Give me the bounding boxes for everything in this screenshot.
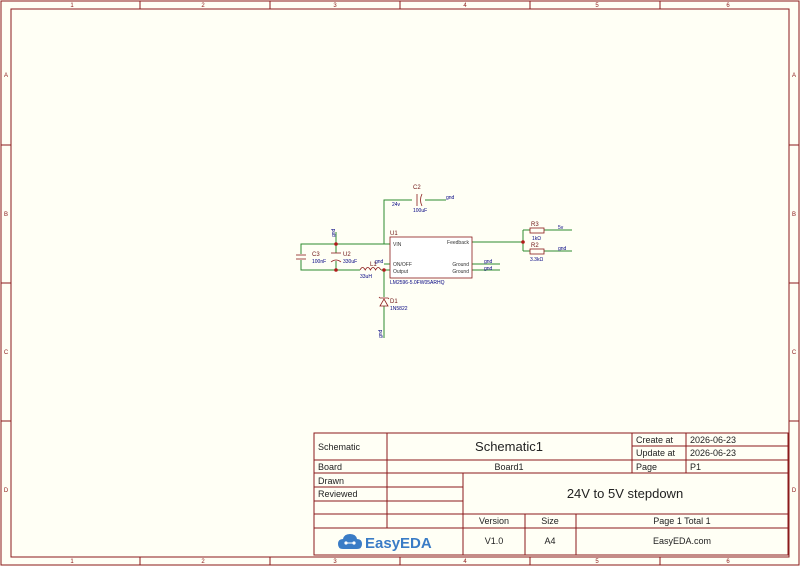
net-label-u2-gnd: gnd [331,228,337,237]
col-label-bottom-4: 4 [463,559,467,565]
r2-value: 3.3kΩ [530,257,543,263]
row-label-left-d: D [4,488,9,494]
tb-update-label: Update at [636,448,676,458]
tb-size-label: Size [541,516,559,526]
tb-version-value: V1.0 [485,536,504,546]
circuit: U1 VIN ON/OFF Output Feedback Ground Gro… [296,185,572,338]
tb-page-label: Page [636,462,657,472]
u2-ref: U2 [343,252,351,258]
tb-schematic-label: Schematic [318,442,361,452]
d1-ref: D1 [390,299,398,305]
r2-resistor[interactable]: R2 3.3kΩ [529,243,545,263]
tb-version-label: Version [479,516,509,526]
c2-ref: C2 [413,185,421,191]
c3-ref: C3 [312,252,320,258]
d1-value: 1N5822 [390,306,408,312]
r3-ref: R3 [531,222,539,228]
row-label-right-d: D [792,488,797,494]
tb-schematic-value: Schematic1 [475,439,543,454]
net-label-r2-gnd: gnd [558,246,567,252]
tb-size-value: A4 [544,536,555,546]
col-label-top-4: 4 [463,3,467,9]
cloud-icon [338,534,362,549]
col-label-bottom-3: 3 [333,559,337,565]
c2-plate-right [420,193,423,207]
u1-pin-ground2: Ground [452,269,469,275]
u1-pin-ground1: Ground [452,262,469,268]
net-label-5v: 5v [558,225,564,231]
tb-board-value: Board1 [494,462,523,472]
c2-value: 100uF [413,208,427,214]
col-label-bottom-1: 1 [70,559,74,565]
r2-ref: R2 [531,243,539,249]
tb-page-total: Page 1 Total 1 [653,516,710,526]
row-label-left-b: B [4,212,8,218]
net-label-c2-gnd: gnd [446,195,455,201]
col-label-bottom-5: 5 [595,559,599,565]
col-label-bottom-2: 2 [201,559,205,565]
r3-value: 1kΩ [532,236,541,242]
c3-value: 100nF [312,259,326,265]
tb-site: EasyEDA.com [653,536,711,546]
junction-dot [521,240,525,244]
row-label-right-a: A [792,73,796,79]
junction-dot [334,268,338,272]
d1-diode[interactable]: D1 1N5822 [378,296,408,312]
net-label-onoff-gnd: gnd [375,259,384,265]
tb-description: 24V to 5V stepdown [567,486,683,501]
col-label-top-3: 3 [333,3,337,9]
u1-pin-vin: VIN [393,242,402,248]
row-label-right-b: B [792,212,796,218]
tb-update-value: 2026-06-23 [690,448,736,458]
tb-board-label: Board [318,462,342,472]
tb-page-value: P1 [690,462,701,472]
logo-text: EasyEDA [365,535,432,552]
net-label-d1-gnd: gnd [378,329,384,338]
title-block: Schematic Schematic1 Create at 2026-06-2… [313,432,789,556]
d1-triangle [379,298,389,307]
l1-value: 33uH [360,274,372,280]
col-label-top-1: 1 [70,3,74,9]
tb-create-label: Create at [636,435,674,445]
net-label-24v: 24v [392,202,401,208]
row-label-left-c: C [4,350,9,356]
row-label-left-a: A [4,73,8,79]
r2-body [529,248,545,255]
u1-regulator[interactable]: U1 VIN ON/OFF Output Feedback Ground Gro… [389,231,473,286]
u1-part-number: LM2596-5.0FW05ARHQ [390,280,445,286]
junction-dot [334,242,338,246]
easyeda-logo: EasyEDA [338,534,432,552]
row-label-right-c: C [792,350,797,356]
col-label-bottom-6: 6 [726,559,730,565]
net-label-ground2: gnd [484,266,493,272]
net-label-ground1: gnd [484,259,493,265]
u2-value: 330uF [343,259,357,265]
tb-create-value: 2026-06-23 [690,435,736,445]
u1-ref: U1 [390,231,398,237]
schematic-sheet: 1 2 3 4 5 6 1 2 3 4 5 6 A B C D A B C D [0,0,800,566]
col-label-top-6: 6 [726,3,730,9]
u1-pin-onoff: ON/OFF [393,262,412,268]
tb-reviewed-label: Reviewed [318,489,358,499]
r3-resistor[interactable]: R3 1kΩ [529,222,545,242]
col-label-top-2: 2 [201,3,205,9]
r3-body [529,227,545,234]
u1-pin-output: Output [393,269,409,275]
u1-pin-feedback: Feedback [447,240,469,246]
u2-capacitor[interactable]: U2 330uF [330,252,357,265]
junction-dot [382,268,386,272]
tb-drawn-label: Drawn [318,476,344,486]
col-label-top-5: 5 [595,3,599,9]
